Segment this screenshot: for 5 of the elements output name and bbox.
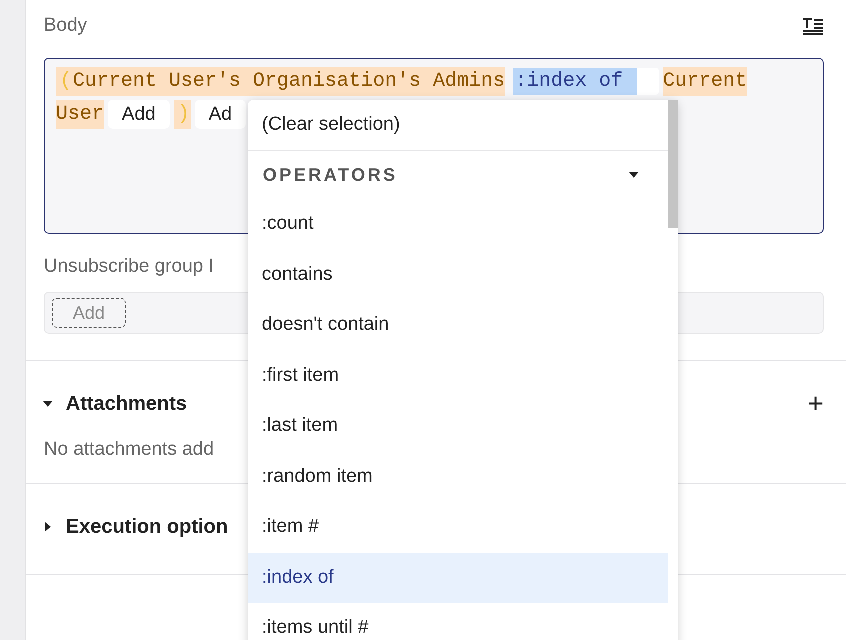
field-label: Body [44, 15, 88, 37]
field-label: Unsubscribe group I [44, 256, 214, 278]
parenthesis: ( [56, 67, 74, 96]
parenthesis: ) [174, 100, 191, 129]
empty-message: No attachments add [43, 439, 216, 461]
